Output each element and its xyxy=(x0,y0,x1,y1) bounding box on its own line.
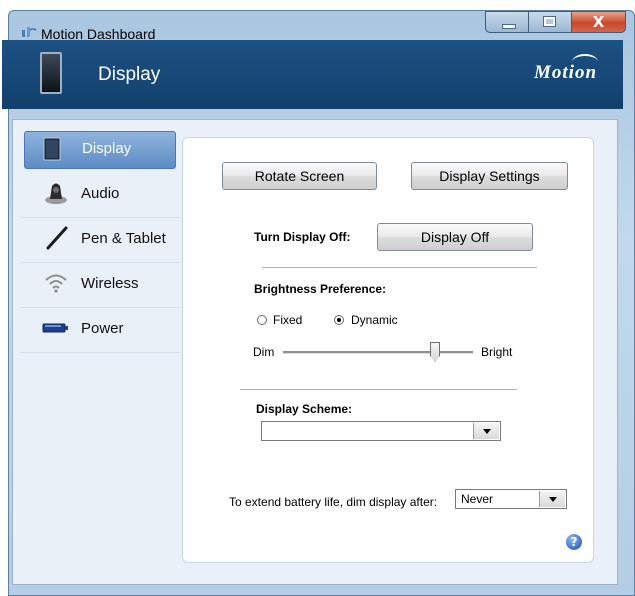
sidebar-item-power[interactable]: Power xyxy=(20,308,180,353)
sidebar-item-label: Audio xyxy=(81,185,120,202)
sidebar-item-label: Display xyxy=(82,140,132,157)
brightness-slider-track[interactable] xyxy=(283,351,473,354)
close-icon: X xyxy=(592,13,605,31)
wireless-icon xyxy=(45,274,67,293)
tablet-icon xyxy=(43,137,61,161)
page-header: Display Motion xyxy=(2,40,623,109)
app-icon xyxy=(22,27,37,37)
speaker-icon xyxy=(45,183,67,204)
pen-icon xyxy=(46,226,68,250)
sidebar-item-pen-tablet[interactable]: Pen & Tablet xyxy=(20,218,180,263)
divider xyxy=(240,389,517,390)
help-icon[interactable]: ? xyxy=(566,534,582,550)
fixed-radio[interactable] xyxy=(257,315,267,325)
divider xyxy=(262,267,537,268)
minimize-button[interactable] xyxy=(485,11,529,33)
sidebar-nav: Display Audio Pen & Tablet Wireless Powe… xyxy=(20,131,180,353)
display-scheme-select[interactable] xyxy=(261,421,501,441)
maximize-button[interactable] xyxy=(528,11,572,33)
dim-after-select[interactable]: Never xyxy=(455,489,567,509)
logo-arc xyxy=(572,54,598,70)
display-scheme-label: Display Scheme: xyxy=(256,402,353,416)
sidebar-item-display[interactable]: Display xyxy=(24,131,176,169)
chevron-down-icon[interactable] xyxy=(539,491,565,507)
battery-dim-label: To extend battery life, dim display afte… xyxy=(229,495,438,509)
sidebar-item-wireless[interactable]: Wireless xyxy=(20,263,180,308)
page-title: Display xyxy=(98,64,161,85)
tablet-icon xyxy=(40,52,62,94)
rotate-screen-button[interactable]: Rotate Screen xyxy=(222,162,377,190)
fixed-label: Fixed xyxy=(273,313,303,327)
display-settings-button[interactable]: Display Settings xyxy=(411,162,568,190)
dynamic-radio[interactable] xyxy=(334,315,344,325)
dim-label: Dim xyxy=(253,345,275,359)
dynamic-label: Dynamic xyxy=(351,313,398,327)
sidebar-item-label: Power xyxy=(81,320,124,337)
close-button[interactable]: X xyxy=(571,11,626,33)
sidebar-item-label: Pen & Tablet xyxy=(81,230,166,247)
sidebar-item-audio[interactable]: Audio xyxy=(20,173,180,218)
bright-label: Bright xyxy=(481,345,513,359)
brightness-preference-label: Brightness Preference: xyxy=(254,282,387,296)
display-off-button[interactable]: Display Off xyxy=(377,223,533,251)
sidebar-item-label: Wireless xyxy=(81,275,139,292)
chevron-down-icon[interactable] xyxy=(473,423,499,439)
battery-icon xyxy=(42,323,68,333)
dim-after-value: Never xyxy=(461,492,494,506)
turn-display-off-label: Turn Display Off: xyxy=(254,230,351,244)
